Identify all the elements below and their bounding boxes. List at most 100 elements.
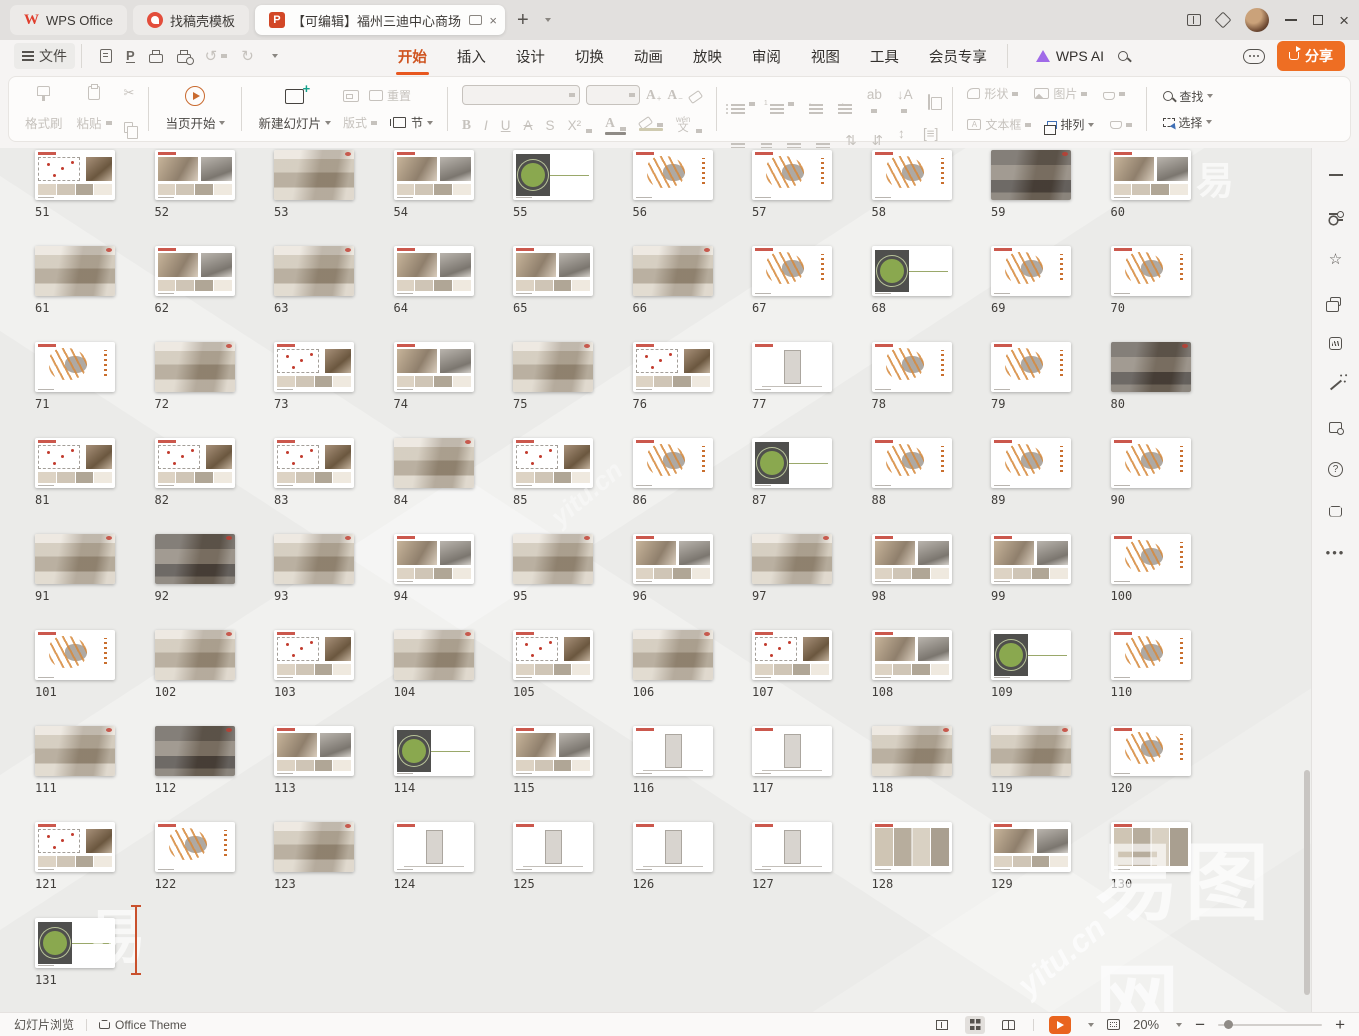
vertical-scrollbar[interactable] bbox=[1304, 770, 1310, 995]
slide-thumbnail[interactable] bbox=[394, 150, 474, 200]
app-tab-wps-office[interactable]: W WPS Office bbox=[10, 5, 127, 35]
cloud-status-icon[interactable] bbox=[1243, 49, 1265, 64]
quick-access-chevron-icon[interactable] bbox=[272, 54, 278, 58]
clear-format-icon[interactable] bbox=[688, 90, 703, 104]
slide-thumbnail[interactable] bbox=[274, 246, 354, 296]
slide-thumbnail[interactable] bbox=[872, 150, 952, 200]
tab-tools[interactable]: 工具 bbox=[868, 42, 901, 71]
slide-thumbnail[interactable] bbox=[752, 150, 832, 200]
zoom-in-button[interactable]: + bbox=[1335, 1016, 1345, 1033]
slide-thumbnail[interactable] bbox=[394, 246, 474, 296]
smart-beautify-wand-icon[interactable] bbox=[1327, 376, 1345, 394]
picture-button[interactable]: 图片 bbox=[1034, 85, 1087, 102]
section-button[interactable]: 节 bbox=[387, 114, 433, 131]
increase-indent-icon[interactable] bbox=[838, 95, 852, 109]
user-avatar[interactable] bbox=[1245, 8, 1269, 32]
more-options-icon[interactable]: ••• bbox=[1327, 544, 1345, 562]
wps-ai-button[interactable]: WPS AI bbox=[1036, 48, 1104, 64]
slide-thumbnail[interactable] bbox=[35, 438, 115, 488]
slide-thumbnail[interactable] bbox=[872, 534, 952, 584]
tab-slideshow[interactable]: 放映 bbox=[691, 42, 724, 71]
decrease-font-icon[interactable]: A− bbox=[667, 87, 682, 103]
slide-thumbnail[interactable] bbox=[991, 822, 1071, 872]
slide-thumbnail[interactable] bbox=[1111, 342, 1191, 392]
doc-tab-template[interactable]: 找稿壳模板 bbox=[133, 5, 249, 35]
zoom-level-label[interactable]: 20% bbox=[1133, 1017, 1159, 1032]
tab-view[interactable]: 视图 bbox=[809, 42, 842, 71]
highlight-button[interactable] bbox=[639, 119, 663, 131]
slide-thumbnail[interactable] bbox=[513, 822, 593, 872]
slide-thumbnail[interactable] bbox=[633, 246, 713, 296]
tab-list-chevron-icon[interactable] bbox=[545, 18, 551, 22]
redo-button[interactable]: ↻ bbox=[241, 47, 254, 65]
slide-sorter-view-button[interactable] bbox=[965, 1016, 985, 1034]
bold-button[interactable]: B bbox=[462, 117, 471, 133]
slide-thumbnail[interactable] bbox=[752, 438, 832, 488]
convert-smartart-icon[interactable] bbox=[928, 95, 930, 109]
zoom-slider[interactable] bbox=[1218, 1024, 1322, 1026]
duplicate-slide-icon[interactable] bbox=[1327, 292, 1345, 310]
play-from-current-button[interactable]: 当页开始 bbox=[163, 83, 227, 135]
font-name-combo[interactable] bbox=[462, 85, 580, 105]
signature-icon[interactable] bbox=[1327, 334, 1345, 352]
theme-label[interactable]: Office Theme bbox=[115, 1018, 187, 1032]
zoom-out-button[interactable]: − bbox=[1195, 1016, 1205, 1033]
slide-thumbnail[interactable] bbox=[513, 342, 593, 392]
slide-thumbnail[interactable] bbox=[633, 342, 713, 392]
slide-thumbnail[interactable] bbox=[274, 438, 354, 488]
tab-insert[interactable]: 插入 bbox=[455, 42, 488, 71]
slide-thumbnail[interactable] bbox=[991, 246, 1071, 296]
slide-thumbnail[interactable] bbox=[513, 150, 593, 200]
print-button[interactable] bbox=[149, 49, 163, 63]
slide-thumbnail[interactable] bbox=[1111, 726, 1191, 776]
fit-to-window-icon[interactable] bbox=[1107, 1019, 1120, 1030]
tab-review[interactable]: 审阅 bbox=[750, 42, 783, 71]
split-view-icon[interactable] bbox=[1187, 14, 1201, 26]
file-menu-button[interactable]: 文件 bbox=[14, 43, 75, 69]
fill-button[interactable] bbox=[1103, 88, 1125, 100]
play-options-chevron-icon[interactable] bbox=[1088, 1023, 1094, 1027]
slide-thumbnail[interactable] bbox=[274, 534, 354, 584]
slide-thumbnail[interactable] bbox=[513, 726, 593, 776]
normal-view-button[interactable] bbox=[932, 1016, 952, 1034]
close-tab-icon[interactable]: × bbox=[489, 13, 497, 28]
slide-thumbnail[interactable] bbox=[1111, 438, 1191, 488]
layout-icon[interactable] bbox=[343, 90, 359, 102]
slide-thumbnail[interactable] bbox=[633, 630, 713, 680]
pinyin-button[interactable]: wén文 bbox=[676, 117, 702, 132]
slide-thumbnail[interactable] bbox=[633, 822, 713, 872]
export-pdf-button[interactable]: P bbox=[126, 50, 135, 63]
save-button[interactable] bbox=[100, 49, 112, 63]
slide-thumbnail[interactable] bbox=[633, 534, 713, 584]
favorites-star-icon[interactable]: ☆ bbox=[1327, 250, 1345, 268]
shapes-button[interactable]: 形状 bbox=[967, 85, 1018, 102]
slide-thumbnail[interactable] bbox=[155, 630, 235, 680]
slide-thumbnail[interactable] bbox=[35, 246, 115, 296]
slide-thumbnail[interactable] bbox=[872, 630, 952, 680]
slide-thumbnail[interactable] bbox=[35, 822, 115, 872]
slide-thumbnail[interactable] bbox=[35, 150, 115, 200]
slide-thumbnail[interactable] bbox=[394, 726, 474, 776]
slide-thumbnail[interactable] bbox=[991, 726, 1071, 776]
apps-cube-icon[interactable] bbox=[1215, 12, 1232, 29]
undo-button[interactable]: ↺ bbox=[205, 47, 228, 65]
cut-icon[interactable]: ✂ bbox=[124, 85, 135, 101]
slide-thumbnail[interactable] bbox=[394, 438, 474, 488]
font-size-combo[interactable] bbox=[586, 85, 640, 105]
slide-thumbnail[interactable] bbox=[633, 438, 713, 488]
slide-thumbnail[interactable] bbox=[752, 822, 832, 872]
properties-sliders-icon[interactable] bbox=[1327, 208, 1345, 226]
slide-thumbnail[interactable] bbox=[1111, 246, 1191, 296]
slide-thumbnail[interactable] bbox=[155, 534, 235, 584]
slide-thumbnail[interactable] bbox=[35, 726, 115, 776]
slide-thumbnail[interactable] bbox=[872, 438, 952, 488]
slide-sorter-canvas[interactable]: 5152535455565758596061626364656667686970… bbox=[0, 148, 1311, 1012]
slide-thumbnail[interactable] bbox=[35, 534, 115, 584]
para-spacing-icon[interactable]: ⇵ bbox=[872, 133, 883, 149]
slide-thumbnail[interactable] bbox=[752, 534, 832, 584]
tab-transitions[interactable]: 切换 bbox=[573, 42, 606, 71]
slide-thumbnail[interactable] bbox=[394, 822, 474, 872]
select-button[interactable]: 选择 bbox=[1163, 114, 1213, 131]
slide-thumbnail[interactable] bbox=[752, 246, 832, 296]
share-button[interactable]: 分享 bbox=[1277, 41, 1345, 71]
